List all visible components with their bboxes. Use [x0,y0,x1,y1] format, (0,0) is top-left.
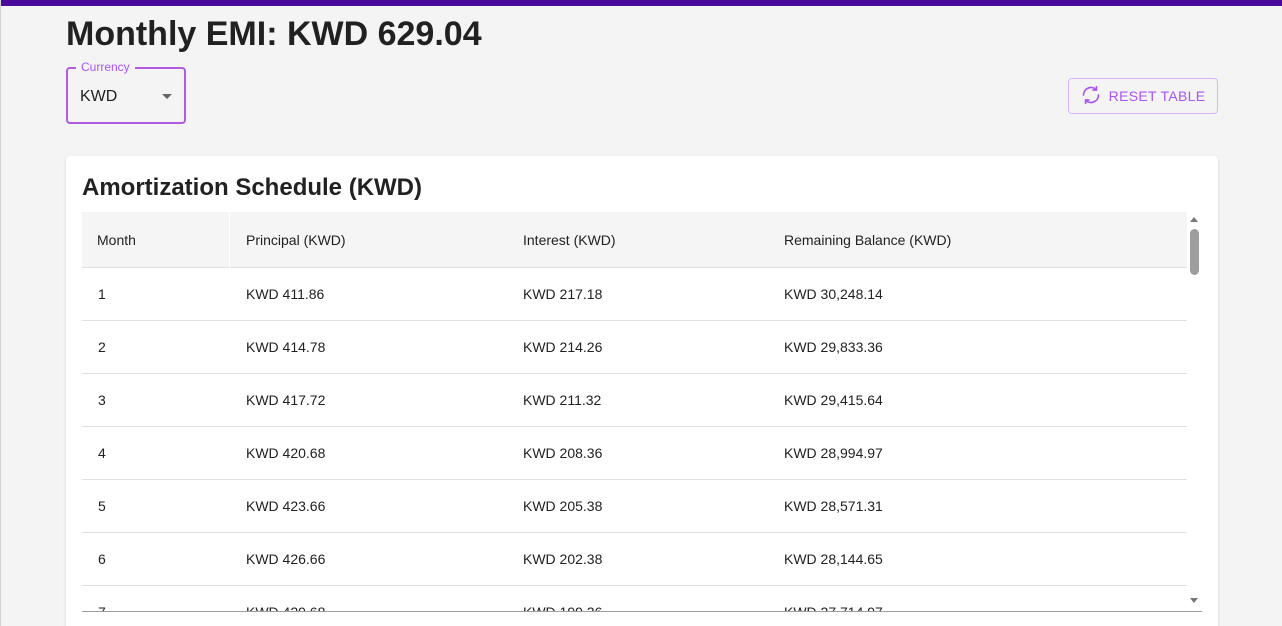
cell-principal: KWD 429.68 [246,604,326,612]
cell-month: 7 [98,604,106,612]
cell-principal: KWD 423.66 [246,498,326,514]
table-row: 2 KWD 414.78 KWD 214.26 KWD 29,833.36 [82,321,1187,374]
cell-month: 4 [98,445,106,461]
cell-principal: KWD 417.72 [246,392,326,408]
top-accent-bar [1,0,1282,6]
cell-remaining-balance: KWD 28,994.97 [784,445,883,461]
cell-interest: KWD 202.38 [523,551,603,567]
cell-principal: KWD 426.66 [246,551,326,567]
cell-month: 1 [98,286,106,302]
currency-select[interactable]: Currency KWD [66,60,186,124]
table-row: 6 KWD 426.66 KWD 202.38 KWD 28,144.65 [82,533,1187,586]
cell-interest: KWD 205.38 [523,498,603,514]
cell-remaining-balance: KWD 29,833.36 [784,339,883,355]
cell-principal: KWD 414.78 [246,339,326,355]
cell-remaining-balance: KWD 27,714.97 [784,604,883,612]
amortization-card: Amortization Schedule (KWD) Month Princi… [66,156,1218,626]
column-header-remaining-balance[interactable]: Remaining Balance (KWD) [784,212,951,268]
cell-remaining-balance: KWD 29,415.64 [784,392,883,408]
cell-remaining-balance: KWD 28,571.31 [784,498,883,514]
table-row: 3 KWD 417.72 KWD 211.32 KWD 29,415.64 [82,374,1187,427]
chevron-down-icon [162,94,172,99]
table-row: 7 KWD 429.68 KWD 199.36 KWD 27,714.97 [82,586,1187,612]
reset-table-label: RESET TABLE [1108,88,1206,104]
cell-principal: KWD 411.86 [246,286,325,302]
table-row: 5 KWD 423.66 KWD 205.38 KWD 28,571.31 [82,480,1187,533]
cell-interest: KWD 208.36 [523,445,603,461]
column-header-interest[interactable]: Interest (KWD) [523,212,616,268]
refresh-icon [1081,85,1101,108]
table-row: 4 KWD 420.68 KWD 208.36 KWD 28,994.97 [82,427,1187,480]
table-row: 1 KWD 411.86 KWD 217.18 KWD 30,248.14 [82,268,1187,321]
cell-month: 6 [98,551,106,567]
table-scrollbar[interactable] [1187,212,1202,611]
cell-interest: KWD 199.36 [523,604,603,612]
monthly-emi-title: Monthly EMI: KWD 629.04 [66,15,482,53]
cell-month: 2 [98,339,106,355]
column-header-principal[interactable]: Principal (KWD) [246,212,346,268]
column-header-month[interactable]: Month [97,212,136,268]
scroll-up-arrow-icon[interactable] [1190,217,1198,222]
table-header: Month Principal (KWD) Interest (KWD) Rem… [82,212,1187,268]
cell-interest: KWD 217.18 [523,286,603,302]
cell-month: 3 [98,392,106,408]
reset-table-button[interactable]: RESET TABLE [1068,78,1218,114]
schedule-title: Amortization Schedule (KWD) [82,174,422,201]
schedule-table: Month Principal (KWD) Interest (KWD) Rem… [82,212,1202,612]
column-separator [229,212,230,268]
cell-principal: KWD 420.68 [246,445,326,461]
cell-interest: KWD 211.32 [523,392,602,408]
cell-interest: KWD 214.26 [523,339,603,355]
currency-value: KWD [80,88,118,105]
scroll-down-arrow-icon[interactable] [1190,598,1198,603]
currency-label: Currency [76,60,135,74]
cell-remaining-balance: KWD 30,248.14 [784,286,883,302]
cell-month: 5 [98,498,106,514]
cell-remaining-balance: KWD 28,144.65 [784,551,883,567]
scroll-thumb[interactable] [1190,229,1199,275]
